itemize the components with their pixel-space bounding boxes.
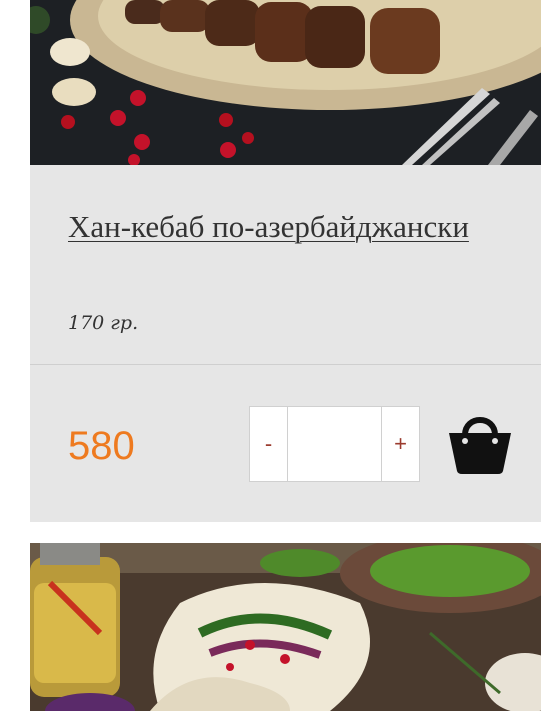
product-price: 580 [68,424,135,468]
product-card: Хан-кебаб по-азербайджански 170 гр. 580 … [30,0,541,522]
kebab-plate-image [30,0,541,165]
quantity-increase-button[interactable]: + [381,407,419,481]
quantity-stepper: - + [249,406,420,482]
product-title-link[interactable]: Хан-кебаб по-азербайджански [68,206,508,248]
add-to-cart-button[interactable] [447,407,513,475]
shopping-basket-icon [449,417,511,474]
quantity-input[interactable] [288,407,381,481]
product-card-next [30,543,541,711]
product-photo[interactable] [30,0,541,165]
shawarma-photo[interactable] [30,543,541,711]
quantity-decrease-button[interactable]: - [250,407,288,481]
card-divider [30,364,541,365]
product-weight: 170 гр. [68,312,139,334]
